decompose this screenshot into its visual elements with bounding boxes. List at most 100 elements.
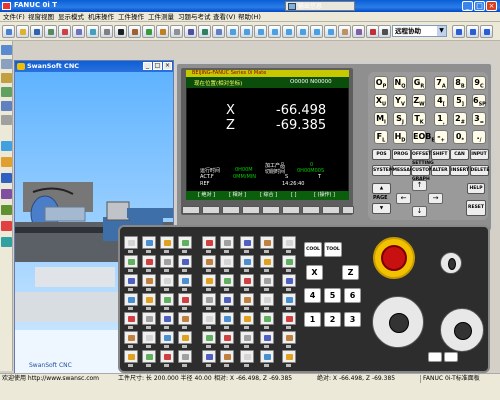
panel-button[interactable]: [160, 312, 174, 325]
jog-key-z[interactable]: Z: [342, 265, 359, 280]
feed-override-dial[interactable]: [372, 296, 424, 348]
key-o[interactable]: OP: [374, 76, 388, 90]
output-window-button[interactable]: 输出信息: [285, 1, 355, 11]
panel-button[interactable]: [124, 255, 138, 268]
panel-button[interactable]: [260, 331, 274, 344]
view-bottom-icon[interactable]: [324, 25, 337, 38]
panel-button[interactable]: [282, 331, 296, 344]
table-icon[interactable]: [212, 25, 225, 38]
menu-help[interactable]: 帮助(H): [238, 13, 261, 21]
dock-screen-icon[interactable]: [1, 173, 12, 183]
dock-view-icon[interactable]: [1, 59, 12, 69]
function-key-insert[interactable]: INSERT: [450, 165, 469, 176]
chuck-icon[interactable]: [184, 25, 197, 38]
key-f[interactable]: FL: [374, 130, 388, 144]
menu-view-window[interactable]: 视窗视图: [28, 13, 54, 21]
jog-key-tool[interactable]: TOOL: [324, 242, 342, 257]
panel-button[interactable]: [124, 312, 138, 325]
panel-button[interactable]: [220, 293, 234, 306]
feed-hold-button[interactable]: [444, 352, 458, 362]
key-8[interactable]: 8B: [453, 76, 467, 90]
window-icon[interactable]: [100, 25, 113, 38]
panel-button[interactable]: [142, 350, 156, 363]
panel-button[interactable]: [202, 350, 216, 363]
tool-icon[interactable]: [128, 25, 141, 38]
key-5[interactable]: 5]: [453, 94, 467, 108]
panel-button[interactable]: [282, 293, 296, 306]
panel-button[interactable]: [124, 350, 138, 363]
cursor-right-button[interactable]: →: [428, 193, 443, 204]
key-9[interactable]: 9C: [472, 76, 486, 90]
page-up-button[interactable]: ▲: [372, 183, 391, 194]
workpiece-icon[interactable]: [170, 25, 183, 38]
panel-button[interactable]: [202, 236, 216, 249]
panel-button[interactable]: [220, 274, 234, 287]
dock-alarm-icon[interactable]: [1, 221, 12, 231]
open-icon[interactable]: [16, 25, 29, 38]
function-key-input[interactable]: INPUT: [469, 149, 489, 160]
measure-icon[interactable]: [156, 25, 169, 38]
remote-assist-select[interactable]: 远程协助 ▼: [392, 25, 447, 37]
jog-key-6[interactable]: 6: [344, 288, 361, 303]
function-key-message[interactable]: MESSAGE: [391, 165, 417, 176]
view-iso-icon[interactable]: [268, 25, 281, 38]
softkey-1-button[interactable]: [202, 206, 220, 214]
panel-button[interactable]: [202, 274, 216, 287]
menu-workpiece-measure[interactable]: 工件测量: [148, 13, 174, 21]
panel-button[interactable]: [178, 331, 192, 344]
view-right-icon[interactable]: [310, 25, 323, 38]
menu-machine-operation[interactable]: 机床操作: [88, 13, 114, 21]
reset-button[interactable]: RESET: [466, 200, 486, 216]
panel-button[interactable]: [160, 331, 174, 344]
panel-button[interactable]: [202, 331, 216, 344]
panel-button[interactable]: [240, 331, 254, 344]
softkey-right-button[interactable]: [342, 206, 354, 214]
save-icon[interactable]: [30, 25, 43, 38]
spindle-override-dial[interactable]: [440, 308, 484, 352]
panel-button[interactable]: [282, 236, 296, 249]
menu-exercises[interactable]: 习题与考试: [178, 13, 211, 21]
panel-button[interactable]: [240, 274, 254, 287]
key-6[interactable]: 6SP: [472, 94, 486, 108]
jog-key-cool[interactable]: COOL: [304, 242, 322, 257]
hand-icon[interactable]: [338, 25, 351, 38]
function-key-pos[interactable]: POS: [372, 149, 391, 160]
panel-button[interactable]: [282, 255, 296, 268]
panel-button[interactable]: [282, 274, 296, 287]
key-4[interactable]: 4[: [434, 94, 448, 108]
key-0[interactable]: 0*: [453, 130, 467, 144]
key-s[interactable]: SJ: [393, 112, 407, 126]
panel-button[interactable]: [160, 293, 174, 306]
key-2[interactable]: 2#: [453, 112, 467, 126]
softkey-2-button[interactable]: [222, 206, 240, 214]
emergency-stop-button[interactable]: [373, 237, 415, 279]
key-eob[interactable]: EOBE: [412, 130, 435, 144]
panel-button[interactable]: [124, 274, 138, 287]
key-g[interactable]: GR: [412, 76, 426, 90]
view-front-icon[interactable]: [226, 25, 239, 38]
panel-button[interactable]: [178, 236, 192, 249]
softkey-4-button[interactable]: [262, 206, 280, 214]
function-key-can[interactable]: CAN: [450, 149, 469, 160]
panel-button[interactable]: [202, 255, 216, 268]
jog-key-4[interactable]: 4: [304, 288, 321, 303]
softkey-left-button[interactable]: [182, 206, 200, 214]
view-left-icon[interactable]: [296, 25, 309, 38]
panel-button[interactable]: [142, 331, 156, 344]
panel-button[interactable]: [178, 350, 192, 363]
panel-button[interactable]: [260, 274, 274, 287]
panel-button[interactable]: [124, 236, 138, 249]
dock-workpiece-icon[interactable]: [1, 157, 12, 167]
dock-file-icon[interactable]: [1, 115, 12, 125]
panel-button[interactable]: [260, 293, 274, 306]
key-h[interactable]: HD: [393, 130, 407, 144]
dock-measure-icon[interactable]: [1, 101, 12, 111]
cursor-icon[interactable]: [114, 25, 127, 38]
panel-button[interactable]: [178, 293, 192, 306]
rotate-icon[interactable]: [352, 25, 365, 38]
function-key-alter[interactable]: ALTER: [430, 165, 450, 176]
jog-key-1[interactable]: 1: [304, 312, 321, 327]
jog-key-2[interactable]: 2: [324, 312, 341, 327]
softkey-7-button[interactable]: [322, 206, 340, 214]
dock-gear-icon[interactable]: [1, 87, 12, 97]
